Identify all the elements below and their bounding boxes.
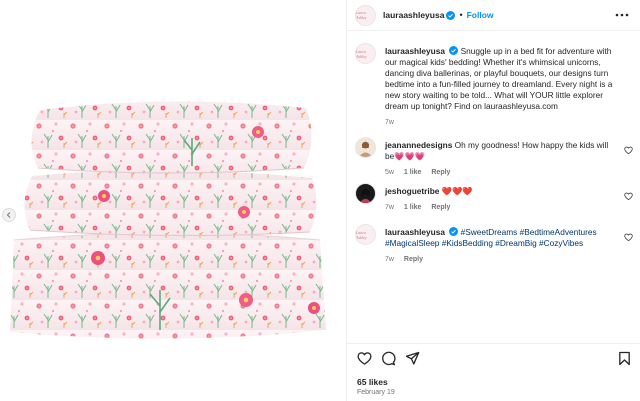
chevron-left-icon bbox=[6, 212, 11, 218]
share-icon[interactable] bbox=[405, 351, 420, 366]
verified-icon bbox=[449, 46, 459, 55]
comment-meta: 7w Reply bbox=[385, 254, 619, 265]
follow-button[interactable]: Follow bbox=[467, 10, 494, 20]
comment-time[interactable]: 7w bbox=[385, 204, 394, 211]
caption-time[interactable]: 7w bbox=[385, 119, 394, 126]
bedding-photo bbox=[10, 101, 326, 339]
avatar-photo bbox=[358, 141, 373, 157]
post-date[interactable]: February 19 bbox=[357, 389, 395, 396]
bookmark-icon[interactable] bbox=[617, 351, 632, 366]
comment-meta: 5w 1 like Reply bbox=[385, 167, 619, 178]
previous-image-button[interactable] bbox=[2, 208, 16, 222]
avatar-photo bbox=[359, 188, 372, 203]
likes-count[interactable]: 65 likes bbox=[357, 377, 388, 387]
brand-mark: Laura Ashley bbox=[356, 10, 367, 20]
separator-dot: • bbox=[459, 10, 463, 20]
post-actions: 65 likes February 19 bbox=[347, 343, 640, 401]
username-link[interactable]: lauraashleyusa bbox=[383, 10, 444, 20]
brand-mark: Laura Ashley bbox=[356, 48, 367, 59]
comment-username[interactable]: jeanannedesigns bbox=[385, 140, 452, 150]
verified-icon bbox=[449, 227, 459, 236]
avatar[interactable] bbox=[355, 183, 376, 204]
avatar[interactable]: Laura Ashley bbox=[355, 224, 376, 245]
comment-text: ❤️❤️❤️ bbox=[441, 186, 473, 196]
comment-body: jeshoguetribe ❤️❤️❤️ 7w 1 like Reply bbox=[385, 186, 619, 213]
reply-button[interactable]: Reply bbox=[431, 169, 450, 176]
reply-button[interactable]: Reply bbox=[431, 204, 450, 211]
comment-username[interactable]: jeshoguetribe bbox=[385, 186, 439, 196]
post-header: Laura Ashley lauraashleyusa • Follow bbox=[347, 0, 640, 31]
heart-icon[interactable] bbox=[624, 233, 633, 242]
caption-username[interactable]: lauraashleyusa bbox=[385, 46, 445, 56]
comment-meta: 7w 1 like Reply bbox=[385, 202, 619, 213]
comments-list: Laura Ashley lauraashleyusa Snuggle up i… bbox=[347, 32, 640, 342]
comment-time[interactable]: 5w bbox=[385, 169, 394, 176]
comment-likes[interactable]: 1 like bbox=[404, 204, 422, 211]
comment-likes[interactable]: 1 like bbox=[404, 169, 422, 176]
comment-time[interactable]: 7w bbox=[385, 256, 394, 263]
comment-username[interactable]: lauraashleyusa bbox=[385, 227, 445, 237]
avatar[interactable] bbox=[355, 137, 376, 158]
verified-icon bbox=[446, 10, 456, 20]
comment-body: lauraashleyusa #SweetDreams #BedtimeAdve… bbox=[385, 227, 619, 265]
post-panel: Laura Ashley lauraashleyusa • Follow Lau… bbox=[346, 0, 640, 401]
brand-mark: Laura Ashley bbox=[356, 229, 367, 240]
heart-icon[interactable] bbox=[624, 192, 633, 201]
avatar[interactable]: Laura Ashley bbox=[355, 43, 376, 64]
post-media[interactable] bbox=[0, 0, 346, 401]
avatar[interactable]: Laura Ashley bbox=[355, 4, 376, 26]
caption-meta: 7w bbox=[385, 117, 619, 128]
comment-body: jeanannedesigns Oh my goodness! How happ… bbox=[385, 140, 619, 178]
heart-icon[interactable] bbox=[357, 351, 372, 366]
comment-icon[interactable] bbox=[381, 351, 396, 366]
caption-body: lauraashleyusa Snuggle up in a bed fit f… bbox=[385, 46, 619, 128]
heart-icon[interactable] bbox=[624, 146, 633, 155]
reply-button[interactable]: Reply bbox=[404, 256, 423, 263]
more-icon[interactable] bbox=[615, 13, 629, 17]
